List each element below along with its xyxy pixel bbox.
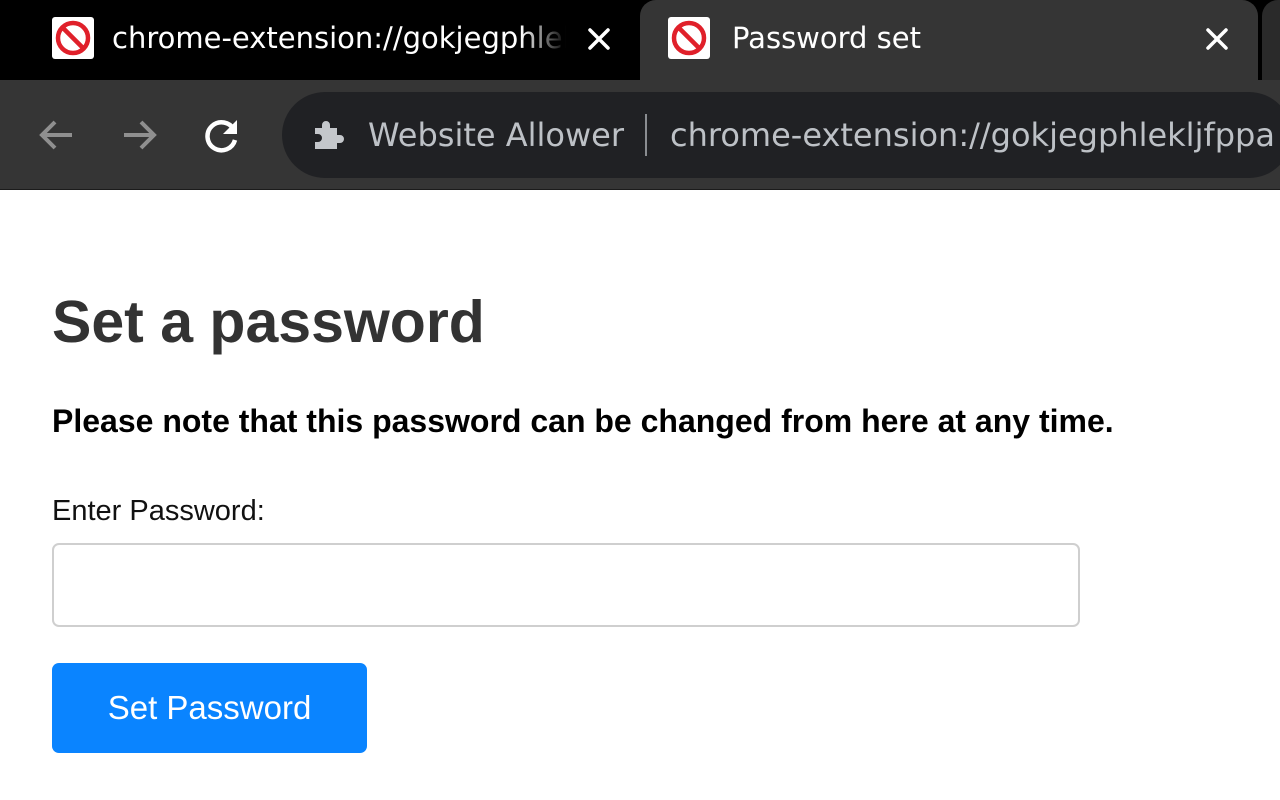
set-password-button[interactable]: Set Password bbox=[52, 663, 367, 753]
tab-title: chrome-extension://gokjegphleklj bbox=[112, 21, 566, 55]
close-icon[interactable] bbox=[582, 22, 616, 56]
page-title: Set a password bbox=[52, 289, 485, 355]
browser-toolbar: Website Allower chrome-extension://gokje… bbox=[0, 80, 1280, 190]
tab-password-set[interactable]: Password set bbox=[640, 0, 1258, 80]
url-text[interactable]: chrome-extension://gokjegphlekljfppa bbox=[670, 114, 1275, 156]
reload-icon[interactable] bbox=[199, 112, 245, 158]
close-icon[interactable] bbox=[1200, 22, 1234, 56]
address-divider bbox=[645, 114, 647, 156]
tab-title: Password set bbox=[732, 21, 921, 55]
site-name: Website Allower bbox=[368, 116, 624, 154]
no-entry-icon bbox=[668, 17, 710, 59]
tab-extension-page[interactable]: chrome-extension://gokjegphleklj bbox=[0, 0, 636, 80]
password-note: Please note that this password can be ch… bbox=[52, 403, 1114, 439]
tab-strip: chrome-extension://gokjegphleklj Passwor… bbox=[0, 0, 1280, 80]
back-arrow-icon[interactable] bbox=[34, 112, 80, 158]
puzzle-extension-icon bbox=[310, 116, 346, 152]
tab-strip-edge bbox=[1262, 0, 1280, 80]
page-content: Set a password Please note that this pas… bbox=[0, 191, 1280, 800]
no-entry-icon bbox=[52, 17, 94, 59]
password-label: Enter Password: bbox=[52, 495, 265, 527]
address-bar[interactable]: Website Allower chrome-extension://gokje… bbox=[282, 92, 1280, 178]
forward-arrow-icon[interactable] bbox=[116, 112, 162, 158]
password-input[interactable] bbox=[52, 543, 1080, 627]
